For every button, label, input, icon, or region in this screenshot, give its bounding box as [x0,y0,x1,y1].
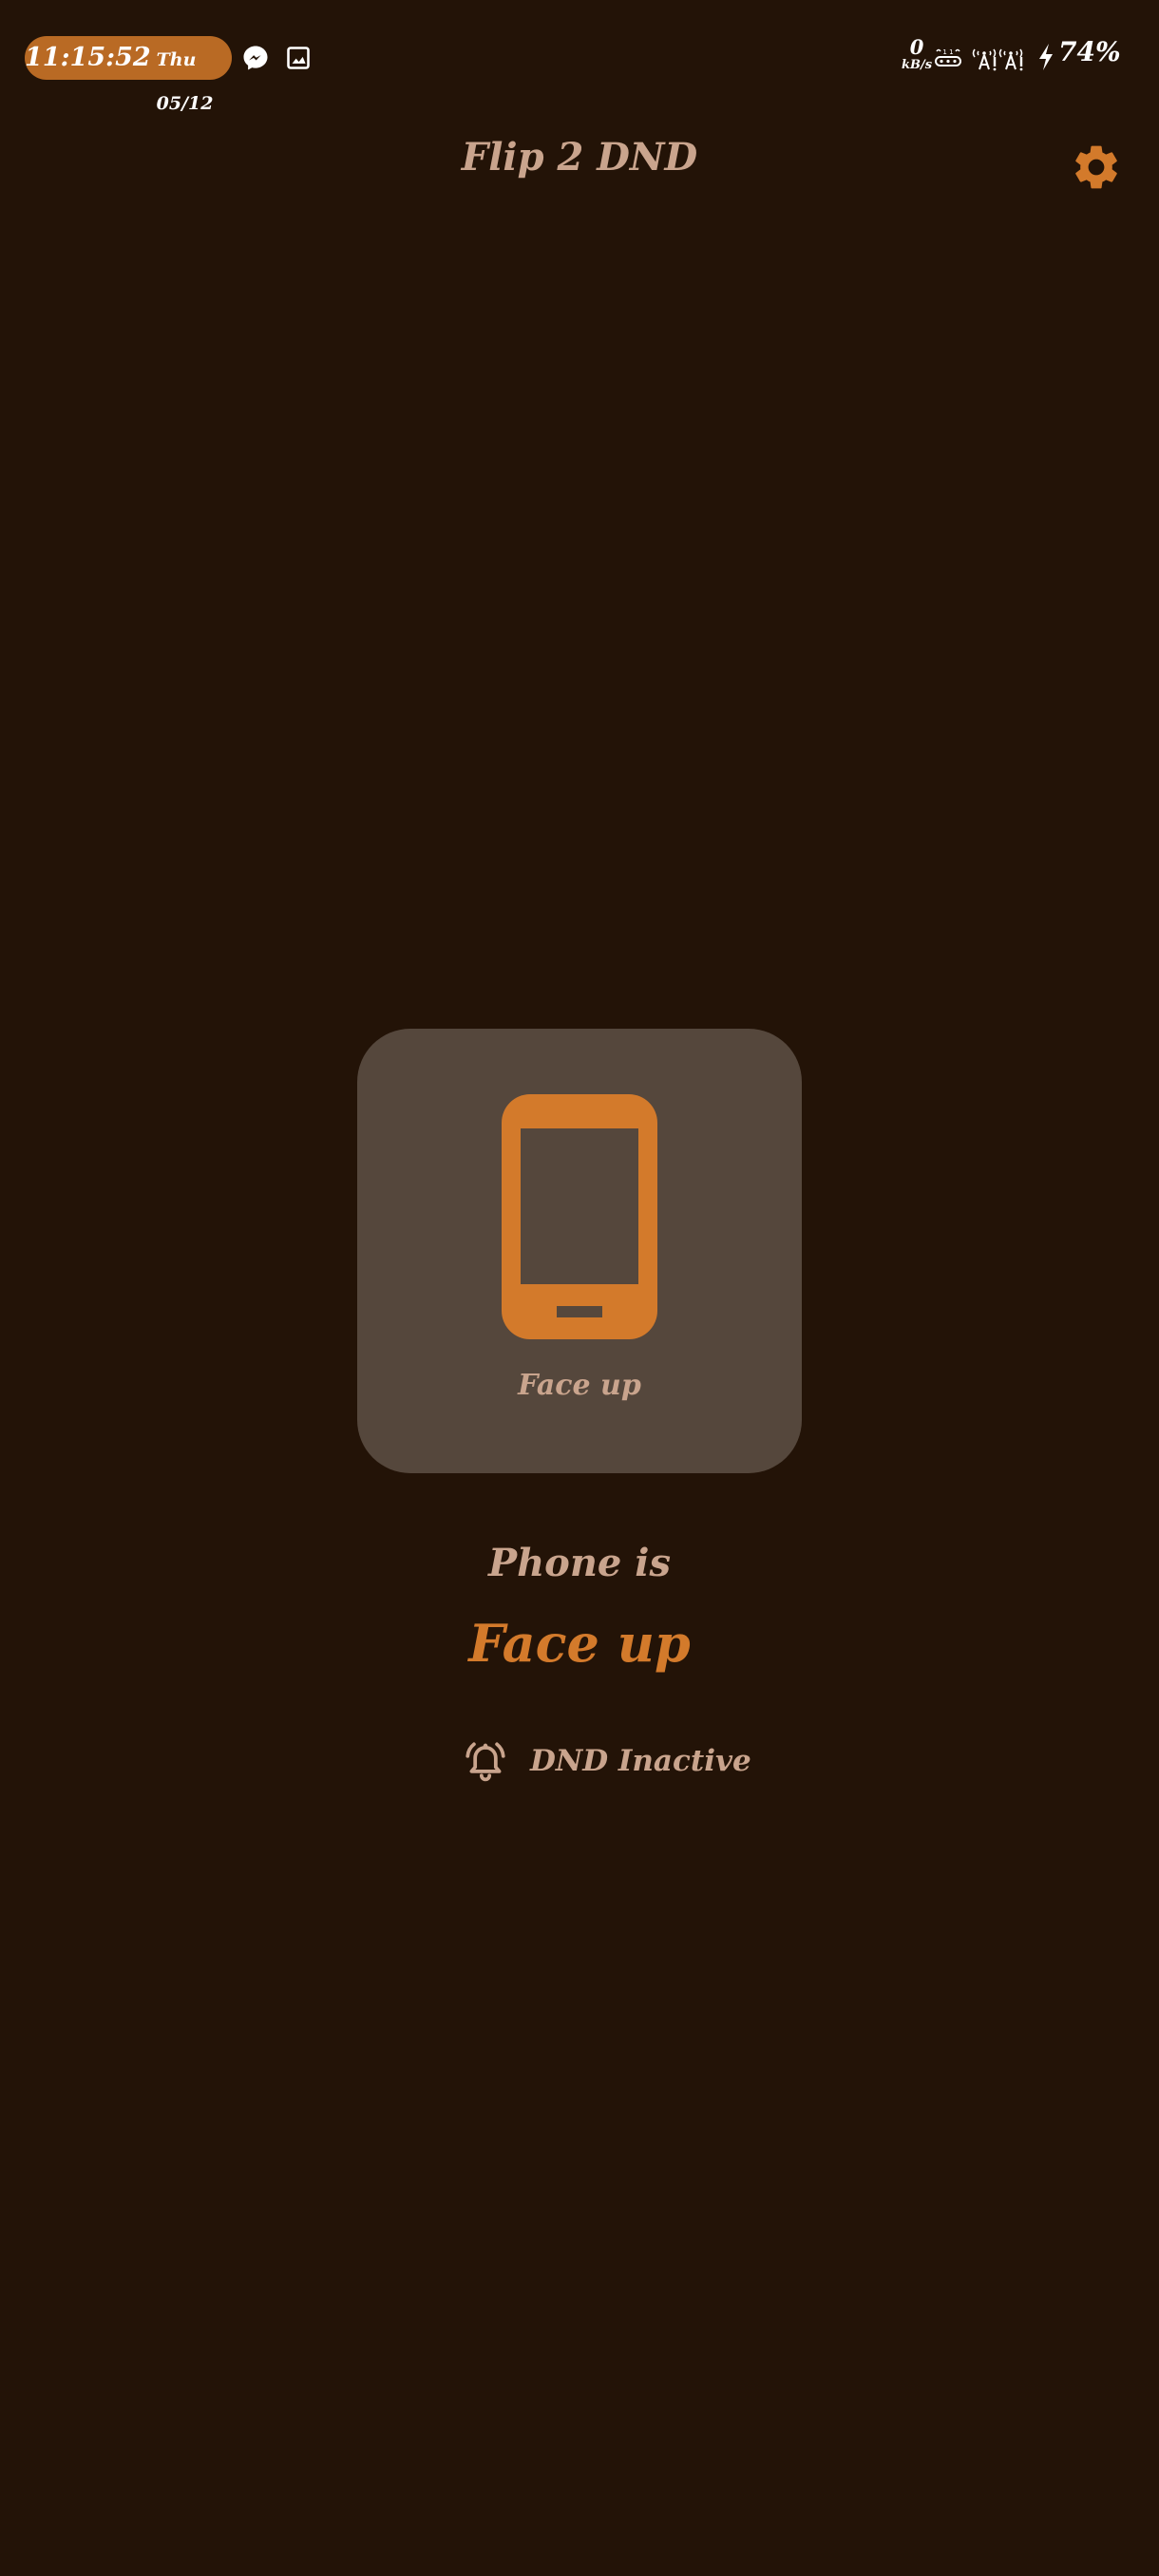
phone-is-label: Phone is [487,1541,671,1585]
battery-percentage: 74% [1058,36,1121,67]
clock-date: Thu 05/12 [156,49,214,114]
clock-time: 11:15:52 [25,43,151,72]
signal-icon [998,48,1023,71]
network-speed-unit: kB/s [901,58,933,72]
dnd-status-label: DND Inactive [530,1744,751,1778]
orientation-card: Face up [357,1029,802,1473]
network-speed: 0 kB/s [901,36,933,72]
app-title: Flip 2 DND [461,135,698,180]
status-bar: 11:15:52 Thu 05/12 0 kB/s 1 1 74% [0,0,1159,114]
dnd-status: DND Inactive [462,1734,751,1788]
svg-text:1 1: 1 1 [942,48,953,56]
messenger-icon [243,46,268,70]
network-speed-value: 0 [909,35,924,59]
clock-pill: 11:15:52 Thu 05/12 [25,36,232,114]
gear-icon[interactable] [1070,141,1123,194]
gallery-icon [287,47,310,69]
card-orientation-label: Face up [518,1369,641,1402]
bell-alert-icon [466,1742,505,1782]
orientation-value: Face up [468,1613,691,1674]
volte-icon: 1 1 [935,48,961,66]
charging-icon [1039,44,1053,70]
phone-icon [502,1094,657,1339]
